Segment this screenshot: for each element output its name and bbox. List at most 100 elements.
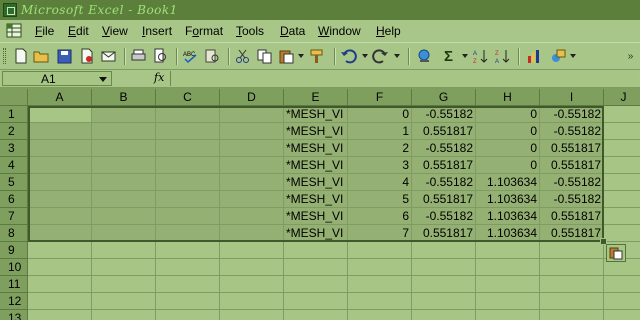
cell-f13[interactable] bbox=[348, 310, 412, 320]
column-header-d[interactable]: D bbox=[220, 89, 284, 106]
cell-e10[interactable] bbox=[284, 259, 348, 276]
cell-a9[interactable] bbox=[28, 242, 92, 259]
menu-window[interactable]: Window bbox=[318, 24, 361, 38]
menu-edit[interactable]: Edit bbox=[68, 24, 89, 38]
cell-c12[interactable] bbox=[156, 293, 220, 310]
cell-e5[interactable]: *MESH_VI bbox=[284, 174, 348, 191]
cell-d11[interactable] bbox=[220, 276, 284, 293]
cell-h12[interactable] bbox=[476, 293, 540, 310]
cell-g11[interactable] bbox=[412, 276, 476, 293]
cell-f3[interactable]: 2 bbox=[348, 140, 412, 157]
cell-b5[interactable] bbox=[92, 174, 156, 191]
cell-b1[interactable] bbox=[92, 106, 156, 123]
cell-c7[interactable] bbox=[156, 208, 220, 225]
cell-i13[interactable] bbox=[540, 310, 604, 320]
cell-f4[interactable]: 3 bbox=[348, 157, 412, 174]
cell-i3[interactable]: 0.551817 bbox=[540, 140, 604, 157]
cell-a8[interactable] bbox=[28, 225, 92, 242]
cell-j5[interactable] bbox=[604, 174, 640, 191]
autosum-dropdown-arrow[interactable] bbox=[462, 54, 468, 58]
cell-h7[interactable]: 1.103634 bbox=[476, 208, 540, 225]
cell-j11[interactable] bbox=[604, 276, 640, 293]
redo-icon[interactable] bbox=[372, 48, 389, 64]
cell-d13[interactable] bbox=[220, 310, 284, 320]
cell-h6[interactable]: 1.103634 bbox=[476, 191, 540, 208]
cell-c4[interactable] bbox=[156, 157, 220, 174]
sort-descending-icon[interactable]: ZA bbox=[494, 48, 511, 64]
cell-j13[interactable] bbox=[604, 310, 640, 320]
permission-icon[interactable] bbox=[78, 48, 95, 64]
cell-a1[interactable] bbox=[28, 106, 92, 123]
cell-c2[interactable] bbox=[156, 123, 220, 140]
menu-file[interactable]: File bbox=[35, 24, 54, 38]
row-header-8[interactable]: 8 bbox=[0, 225, 28, 242]
row-header-7[interactable]: 7 bbox=[0, 208, 28, 225]
menu-view[interactable]: View bbox=[102, 24, 128, 38]
cell-g6[interactable]: 0.551817 bbox=[412, 191, 476, 208]
cell-h5[interactable]: 1.103634 bbox=[476, 174, 540, 191]
insert-function-icon[interactable]: fx bbox=[154, 71, 164, 84]
cell-c5[interactable] bbox=[156, 174, 220, 191]
cell-d7[interactable] bbox=[220, 208, 284, 225]
cell-a6[interactable] bbox=[28, 191, 92, 208]
cell-a11[interactable] bbox=[28, 276, 92, 293]
format-painter-icon[interactable] bbox=[308, 48, 325, 64]
cell-b9[interactable] bbox=[92, 242, 156, 259]
row-header-6[interactable]: 6 bbox=[0, 191, 28, 208]
cell-e12[interactable] bbox=[284, 293, 348, 310]
column-header-c[interactable]: C bbox=[156, 89, 220, 106]
cell-d5[interactable] bbox=[220, 174, 284, 191]
cell-a2[interactable] bbox=[28, 123, 92, 140]
cell-h3[interactable]: 0 bbox=[476, 140, 540, 157]
cell-f2[interactable]: 1 bbox=[348, 123, 412, 140]
cell-e6[interactable]: *MESH_VI bbox=[284, 191, 348, 208]
cell-j7[interactable] bbox=[604, 208, 640, 225]
cell-d6[interactable] bbox=[220, 191, 284, 208]
column-header-b[interactable]: B bbox=[92, 89, 156, 106]
cell-i2[interactable]: -0.55182 bbox=[540, 123, 604, 140]
cell-b4[interactable] bbox=[92, 157, 156, 174]
cell-b8[interactable] bbox=[92, 225, 156, 242]
cell-g4[interactable]: 0.551817 bbox=[412, 157, 476, 174]
name-box-dropdown-icon[interactable] bbox=[99, 77, 107, 82]
cell-e4[interactable]: *MESH_VI bbox=[284, 157, 348, 174]
column-header-i[interactable]: I bbox=[540, 89, 604, 106]
cell-c9[interactable] bbox=[156, 242, 220, 259]
drawing-dropdown-arrow[interactable] bbox=[570, 54, 576, 58]
email-icon[interactable] bbox=[100, 48, 117, 64]
cell-h2[interactable]: 0 bbox=[476, 123, 540, 140]
cell-a4[interactable] bbox=[28, 157, 92, 174]
cell-b13[interactable] bbox=[92, 310, 156, 320]
paste-options-button[interactable] bbox=[606, 244, 626, 262]
row-header-12[interactable]: 12 bbox=[0, 293, 28, 310]
cell-g12[interactable] bbox=[412, 293, 476, 310]
column-header-f[interactable]: F bbox=[348, 89, 412, 106]
cell-i4[interactable]: 0.551817 bbox=[540, 157, 604, 174]
cell-g5[interactable]: -0.55182 bbox=[412, 174, 476, 191]
cell-i5[interactable]: -0.55182 bbox=[540, 174, 604, 191]
cell-a7[interactable] bbox=[28, 208, 92, 225]
cell-e7[interactable]: *MESH_VI bbox=[284, 208, 348, 225]
new-icon[interactable] bbox=[12, 48, 29, 64]
cell-f12[interactable] bbox=[348, 293, 412, 310]
cell-f7[interactable]: 6 bbox=[348, 208, 412, 225]
row-header-5[interactable]: 5 bbox=[0, 174, 28, 191]
cell-f11[interactable] bbox=[348, 276, 412, 293]
cell-h4[interactable]: 0 bbox=[476, 157, 540, 174]
chart-wizard-icon[interactable] bbox=[526, 48, 543, 64]
cell-a13[interactable] bbox=[28, 310, 92, 320]
cell-c6[interactable] bbox=[156, 191, 220, 208]
cell-e13[interactable] bbox=[284, 310, 348, 320]
cell-e2[interactable]: *MESH_VI bbox=[284, 123, 348, 140]
row-header-3[interactable]: 3 bbox=[0, 140, 28, 157]
menu-format[interactable]: Format bbox=[185, 24, 223, 38]
cell-i7[interactable]: 0.551817 bbox=[540, 208, 604, 225]
cell-b6[interactable] bbox=[92, 191, 156, 208]
cell-j4[interactable] bbox=[604, 157, 640, 174]
row-header-1[interactable]: 1 bbox=[0, 106, 28, 123]
cell-f6[interactable]: 5 bbox=[348, 191, 412, 208]
open-icon[interactable] bbox=[33, 48, 50, 64]
cell-b12[interactable] bbox=[92, 293, 156, 310]
cell-g3[interactable]: -0.55182 bbox=[412, 140, 476, 157]
cell-d1[interactable] bbox=[220, 106, 284, 123]
